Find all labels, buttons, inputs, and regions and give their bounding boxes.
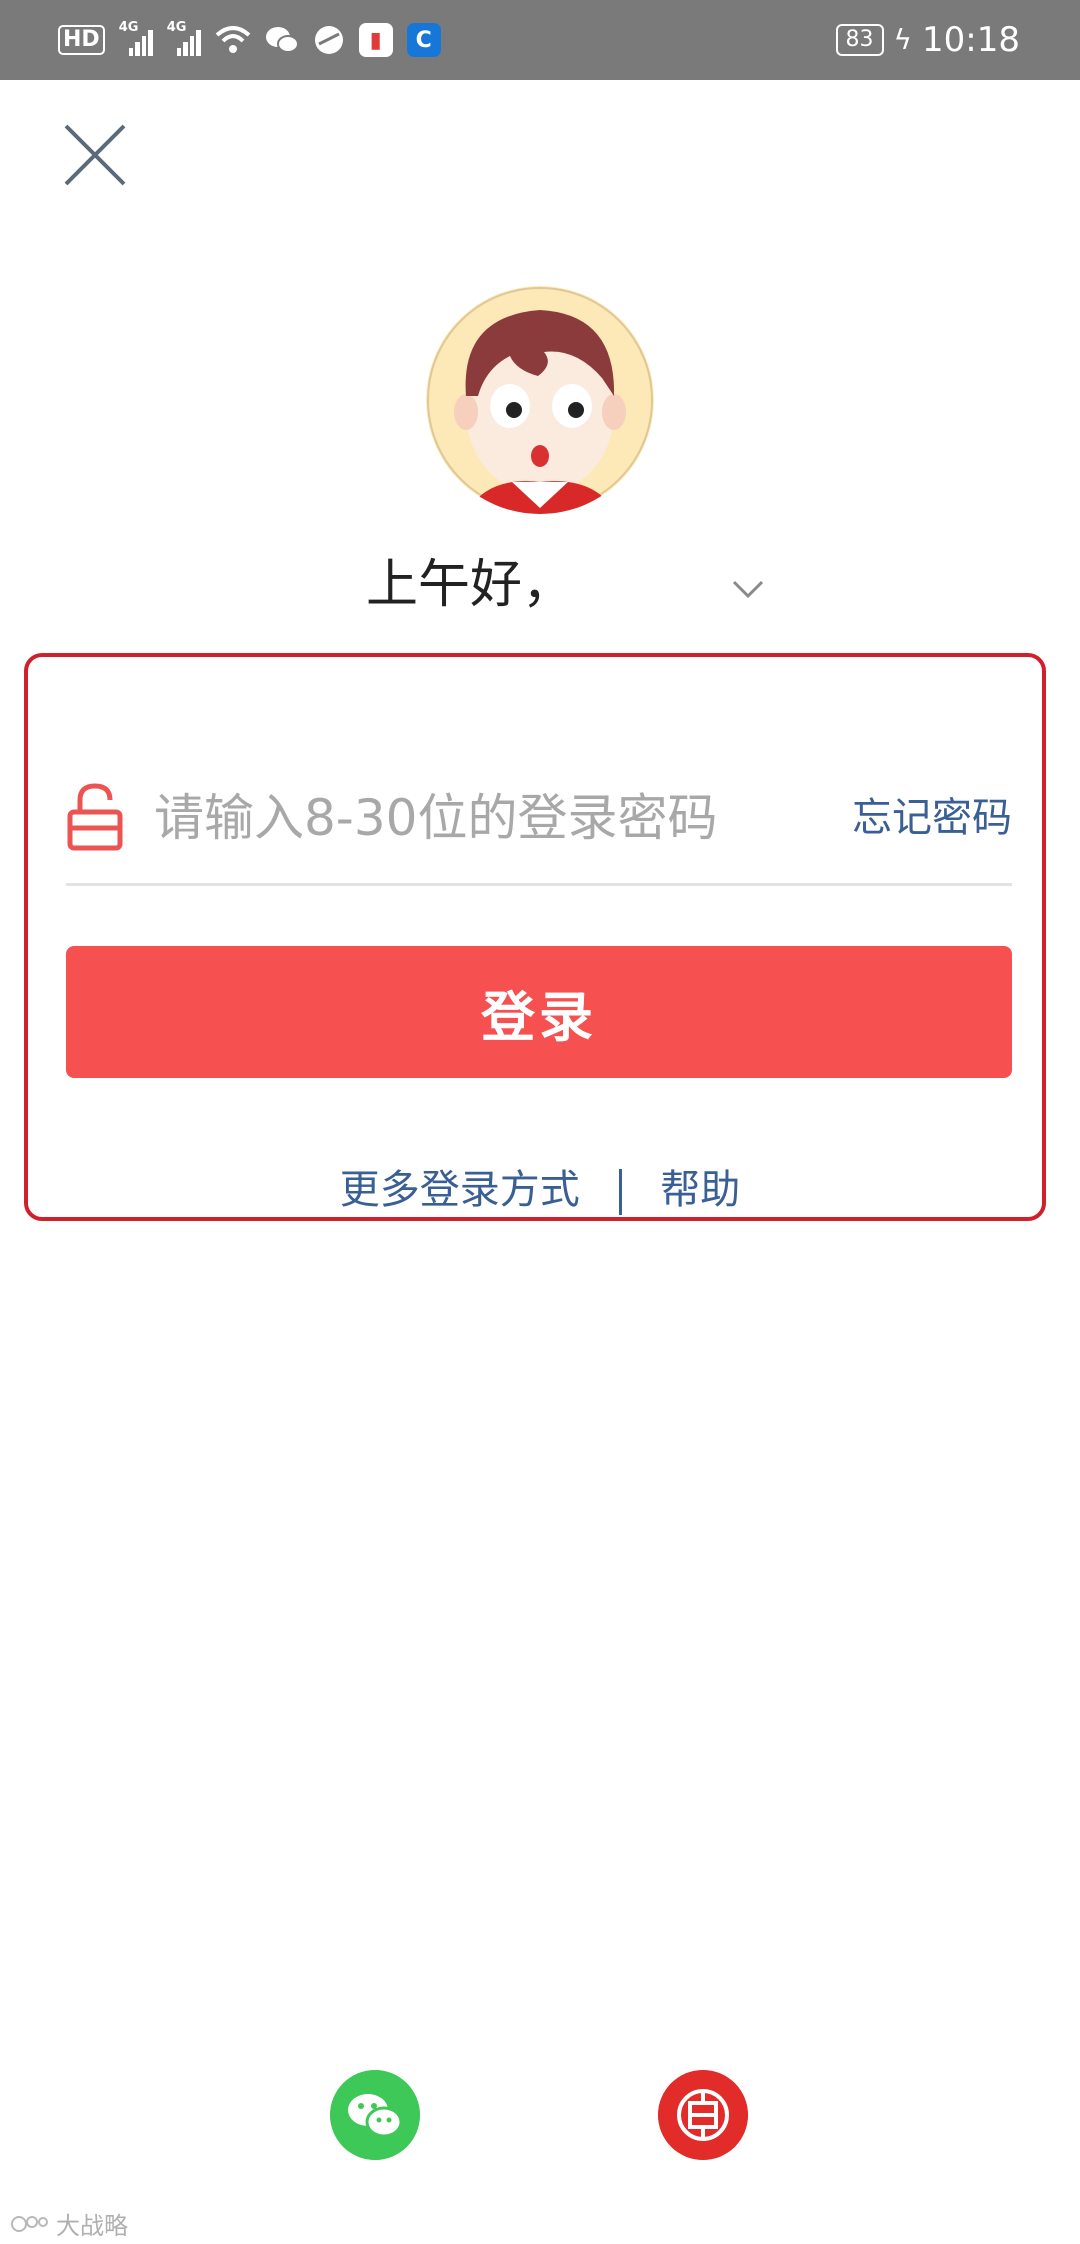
avatar [426, 286, 654, 514]
book-icon: ▮ [358, 23, 393, 57]
bottom-links: 更多登录方式 帮助 [0, 1164, 1080, 1216]
hd-icon: HD [58, 25, 105, 55]
status-bar-right: 83 ϟ 10:18 [835, 18, 1020, 62]
browser-icon [314, 26, 343, 54]
watermark: 大战略 [10, 2206, 128, 2241]
clock: 10:18 [922, 20, 1020, 60]
status-bar: HD 4G 4G ▮ C 83 ϟ 10:18 [0, 0, 1080, 80]
watermark-logo-icon [11, 2215, 48, 2232]
signal-icon: 4G [119, 20, 153, 56]
more-login-methods-link[interactable]: 更多登录方式 [340, 1167, 580, 1213]
input-underline [66, 883, 1012, 886]
bank-app-icon: C [406, 23, 441, 57]
forgot-password-link[interactable]: 忘记密码 [852, 794, 1012, 842]
password-input[interactable] [154, 770, 814, 866]
login-button[interactable]: 登录 [66, 946, 1012, 1078]
password-row: 忘记密码 [66, 770, 1012, 890]
login-panel-highlight [24, 653, 1046, 1221]
charging-icon: ϟ [893, 23, 913, 56]
chevron-down-icon[interactable] [728, 568, 768, 608]
icbc-icon[interactable] [658, 2070, 748, 2160]
link-separator [618, 1169, 622, 1215]
signal-icon: 4G [167, 20, 201, 56]
status-bar-left: HD 4G 4G ▮ C [58, 18, 441, 62]
greeting-text: 上午好， [366, 555, 575, 615]
lock-icon [67, 783, 123, 851]
wechat-icon[interactable] [330, 2070, 420, 2160]
close-icon[interactable] [60, 120, 130, 190]
help-link[interactable]: 帮助 [660, 1167, 740, 1213]
wechat-icon [265, 27, 299, 53]
watermark-text: 大战略 [56, 2212, 128, 2240]
battery-icon: 83 [835, 24, 884, 56]
wifi-icon [215, 26, 251, 53]
